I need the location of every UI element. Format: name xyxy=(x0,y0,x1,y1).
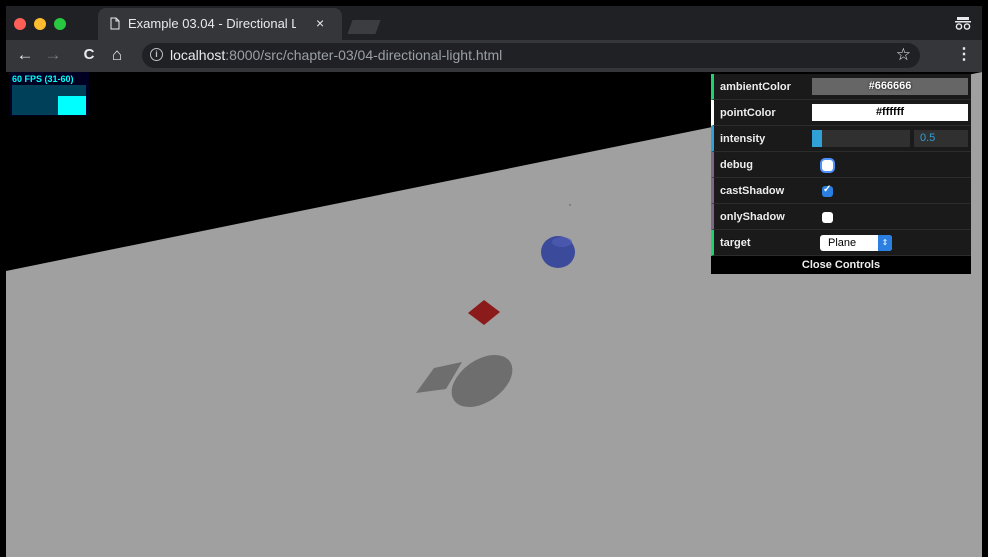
ambient-color-input[interactable]: #666666 xyxy=(812,78,968,95)
back-button[interactable]: ← xyxy=(14,44,36,66)
bookmark-star-icon[interactable]: ☆ xyxy=(896,45,911,65)
home-button[interactable]: ⌂ xyxy=(106,44,128,66)
new-tab-button[interactable] xyxy=(347,20,381,34)
intensity-row: intensity 0.5 xyxy=(711,126,971,152)
forward-button[interactable]: → xyxy=(42,44,64,66)
cast-shadow-checkbox[interactable] xyxy=(822,184,833,197)
menu-icon[interactable]: ⋮ xyxy=(956,44,972,64)
light-indicator xyxy=(569,204,571,206)
debug-checkbox[interactable] xyxy=(822,160,833,171)
target-select-value: Plane xyxy=(828,237,857,249)
cast-shadow-row: castShadow xyxy=(711,178,971,204)
tab-title: Example 03.04 - Directional Li xyxy=(128,16,296,31)
ambient-color-label: ambientColor xyxy=(720,81,791,93)
intensity-slider-fill xyxy=(812,130,822,147)
target-select[interactable]: Plane ⇕ xyxy=(820,235,892,251)
dat-gui-panel: ambientColor #666666 pointColor #ffffff … xyxy=(711,74,971,274)
intensity-label: intensity xyxy=(720,133,766,145)
url-host: localhost xyxy=(170,47,226,63)
ambient-color-row: ambientColor #666666 xyxy=(711,74,971,100)
target-row: target Plane ⇕ xyxy=(711,230,971,256)
point-color-row: pointColor #ffffff xyxy=(711,100,971,126)
page-icon xyxy=(110,17,120,30)
close-controls-button[interactable]: Close Controls xyxy=(711,256,971,274)
only-shadow-label: onlyShadow xyxy=(720,211,785,223)
target-label: target xyxy=(720,237,751,249)
address-bar[interactable]: i localhost:8000/src/chapter-03/04-direc… xyxy=(142,43,920,68)
fps-stats-panel[interactable]: 60 FPS (31-60) xyxy=(9,72,89,116)
maximize-window-button[interactable] xyxy=(54,18,66,30)
browser-window: Example 03.04 - Directional Li × ← → C ⌂… xyxy=(0,0,988,557)
sphere-highlight xyxy=(552,237,572,247)
intensity-slider[interactable] xyxy=(812,130,910,147)
reload-button[interactable]: C xyxy=(78,44,100,66)
debug-label: debug xyxy=(720,159,753,171)
fps-bar xyxy=(58,96,86,115)
fps-label: 60 FPS (31-60) xyxy=(12,74,74,84)
close-window-button[interactable] xyxy=(14,18,26,30)
minimize-window-button[interactable] xyxy=(34,18,46,30)
cast-shadow-label: castShadow xyxy=(720,185,785,197)
only-shadow-row: onlyShadow xyxy=(711,204,971,230)
toolbar: ← → C ⌂ i localhost:8000/src/chapter-03/… xyxy=(6,40,982,72)
point-color-input[interactable]: #ffffff xyxy=(812,104,968,121)
info-icon[interactable]: i xyxy=(150,48,163,61)
intensity-input[interactable]: 0.5 xyxy=(914,130,968,147)
point-color-label: pointColor xyxy=(720,107,776,119)
url-path: :8000/src/chapter-03/04-directional-ligh… xyxy=(225,47,503,63)
debug-row: debug xyxy=(711,152,971,178)
url-text: localhost:8000/src/chapter-03/04-directi… xyxy=(170,47,502,63)
tab-close-icon[interactable]: × xyxy=(316,15,324,31)
incognito-icon xyxy=(955,17,971,30)
chevron-updown-icon: ⇕ xyxy=(878,235,892,251)
only-shadow-checkbox[interactable] xyxy=(822,212,833,223)
tab-strip: Example 03.04 - Directional Li × xyxy=(6,6,982,40)
browser-tab[interactable]: Example 03.04 - Directional Li × xyxy=(98,8,342,40)
